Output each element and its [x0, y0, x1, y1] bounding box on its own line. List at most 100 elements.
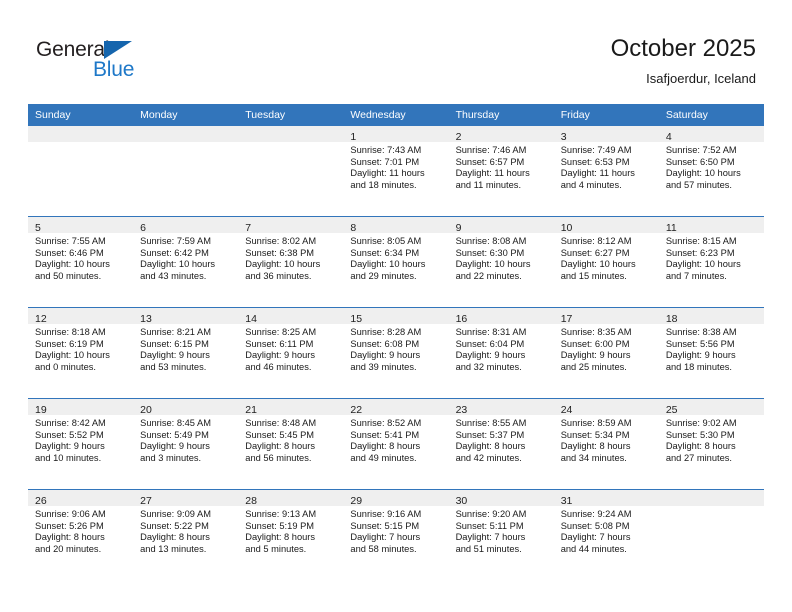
- calendar-day-cell[interactable]: 5 Sunrise: 7:55 AM Sunset: 6:46 PM Daylight…: [28, 216, 134, 308]
- calendar-day-cell[interactable]: 30 Sunrise: 9:20 AM Sunset: 5:11 PM Dayligh…: [448, 489, 554, 580]
- weekday-header-sunday: Sunday: [28, 104, 134, 126]
- calendar-day-cell-empty: [238, 126, 344, 217]
- calendar-day-cell[interactable]: 28 Sunrise: 9:13 AM Sunset: 5:19 PM Dayligh…: [238, 489, 344, 580]
- calendar-day-cell[interactable]: 15 Sunrise: 8:28 AM Sunset: 6:08 PM Dayligh…: [343, 307, 449, 399]
- day-number: 16: [455, 313, 468, 325]
- sunrise-text: Sunrise: 8:25 AM: [245, 327, 317, 337]
- calendar-day-cell[interactable]: 7 Sunrise: 8:02 AM Sunset: 6:38 PM Daylight…: [238, 216, 344, 308]
- sunrise-text: Sunrise: 8:21 AM: [140, 327, 211, 337]
- calendar-day-cell[interactable]: 29 Sunrise: 9:16 AM Sunset: 5:15 PM Dayligh…: [343, 489, 449, 580]
- calendar-day-cell[interactable]: 2 Sunrise: 7:46 AM Sunset: 6:57 PM Daylight…: [448, 126, 554, 217]
- day-details: [133, 142, 238, 145]
- logo-text-blue: Blue: [93, 58, 135, 81]
- daylight-text-line2: and 51 minutes.: [455, 543, 522, 554]
- sunrise-text: Sunrise: 7:46 AM: [455, 145, 527, 155]
- day-number: 26: [35, 495, 47, 507]
- calendar-day-cell[interactable]: 1 Sunrise: 7:43 AM Sunset: 7:01 PM Daylight…: [343, 126, 449, 217]
- day-number: 3: [560, 131, 567, 143]
- calendar-day-cell[interactable]: 8 Sunrise: 8:05 AM Sunset: 6:34 PM Daylight…: [343, 216, 449, 308]
- day-cell-inner: 13 Sunrise: 8:21 AM Sunset: 6:15 PM Dayligh…: [133, 308, 239, 398]
- day-cell-inner: 19 Sunrise: 8:42 AM Sunset: 5:52 PM Dayligh…: [28, 399, 134, 489]
- calendar-day-cell[interactable]: 11 Sunrise: 8:15 AM Sunset: 6:23 PM Dayligh…: [658, 216, 764, 308]
- daylight-text-line2: and 11 minutes.: [455, 179, 522, 190]
- calendar-day-cell[interactable]: 9 Sunrise: 8:08 AM Sunset: 6:30 PM Daylight…: [448, 216, 554, 308]
- day-details: Sunrise: 8:25 AM Sunset: 6:11 PM Daylight:…: [238, 324, 343, 373]
- day-details: Sunrise: 7:49 AM Sunset: 6:53 PM Daylight:…: [554, 142, 659, 191]
- day-number: 21: [245, 404, 257, 416]
- daylight-text-line2: and 58 minutes.: [350, 543, 417, 554]
- calendar-day-cell[interactable]: 19 Sunrise: 8:42 AM Sunset: 5:52 PM Dayligh…: [28, 398, 134, 490]
- calendar-page: General Blue October 2025 Isafjoerdur, I…: [0, 0, 792, 612]
- day-number: 15: [350, 313, 363, 325]
- calendar-day-cell[interactable]: 20 Sunrise: 8:45 AM Sunset: 5:49 PM Dayligh…: [133, 398, 239, 490]
- calendar-day-cell[interactable]: 21 Sunrise: 8:48 AM Sunset: 5:45 PM Dayligh…: [238, 398, 344, 490]
- day-details: Sunrise: 8:52 AM Sunset: 5:41 PM Daylight:…: [343, 415, 448, 464]
- sunrise-text: Sunrise: 7:55 AM: [35, 236, 106, 246]
- sunset-text: Sunset: 5:41 PM: [350, 429, 420, 440]
- sunset-text: Sunset: 7:01 PM: [350, 156, 420, 167]
- sunset-text: Sunset: 5:26 PM: [35, 520, 104, 531]
- day-cell-inner: [133, 126, 239, 216]
- daylight-text-line2: and 32 minutes.: [455, 361, 522, 372]
- day-number-band: 25: [658, 399, 764, 416]
- day-cell-inner: 11 Sunrise: 8:15 AM Sunset: 6:23 PM Dayligh…: [658, 217, 764, 307]
- calendar-day-cell[interactable]: 4 Sunrise: 7:52 AM Sunset: 6:50 PM Daylight…: [658, 126, 764, 217]
- calendar-day-cell[interactable]: 23 Sunrise: 8:55 AM Sunset: 5:37 PM Dayligh…: [448, 398, 554, 490]
- calendar-day-cell[interactable]: 16 Sunrise: 8:31 AM Sunset: 6:04 PM Dayligh…: [448, 307, 554, 399]
- sunrise-text: Sunrise: 8:15 AM: [665, 236, 737, 246]
- sunrise-text: Sunrise: 9:16 AM: [350, 509, 422, 519]
- general-blue-logo[interactable]: General Blue: [36, 38, 236, 86]
- sunset-text: Sunset: 6:42 PM: [140, 247, 209, 258]
- daylight-text-line1: Daylight: 10 hours: [35, 350, 110, 361]
- day-details: Sunrise: 7:59 AM Sunset: 6:42 PM Daylight:…: [133, 233, 238, 282]
- day-cell-inner: 9 Sunrise: 8:08 AM Sunset: 6:30 PM Daylight…: [448, 217, 554, 307]
- day-details: Sunrise: 9:02 AM Sunset: 5:30 PM Daylight:…: [659, 415, 764, 464]
- calendar-day-cell[interactable]: 24 Sunrise: 8:59 AM Sunset: 5:34 PM Dayligh…: [553, 398, 659, 490]
- sunrise-text: Sunrise: 9:06 AM: [35, 509, 106, 519]
- calendar-day-cell[interactable]: 6 Sunrise: 7:59 AM Sunset: 6:42 PM Daylight…: [133, 216, 239, 308]
- daylight-text-line1: Daylight: 7 hours: [455, 532, 526, 543]
- day-details: Sunrise: 8:08 AM Sunset: 6:30 PM Daylight:…: [449, 233, 554, 282]
- day-number-band: 18: [658, 308, 764, 325]
- calendar-day-cell[interactable]: 10 Sunrise: 8:12 AM Sunset: 6:27 PM Dayligh…: [553, 216, 659, 308]
- day-number-band: [133, 126, 239, 142]
- calendar-day-cell-empty: [658, 489, 764, 580]
- daylight-text-line1: Daylight: 9 hours: [140, 350, 210, 361]
- calendar-day-cell[interactable]: 17 Sunrise: 8:35 AM Sunset: 6:00 PM Dayligh…: [553, 307, 659, 399]
- day-details: Sunrise: 9:20 AM Sunset: 5:11 PM Daylight:…: [449, 506, 554, 555]
- calendar-day-cell[interactable]: 13 Sunrise: 8:21 AM Sunset: 6:15 PM Dayligh…: [133, 307, 239, 399]
- day-number-band: 23: [448, 399, 554, 416]
- calendar-week-row: 1 Sunrise: 7:43 AM Sunset: 7:01 PM Daylight…: [28, 126, 764, 217]
- day-details: Sunrise: 8:15 AM Sunset: 6:23 PM Daylight:…: [659, 233, 764, 282]
- sunrise-text: Sunrise: 8:59 AM: [560, 418, 632, 428]
- day-number-band: 7: [238, 217, 344, 234]
- day-cell-inner: 29 Sunrise: 9:16 AM Sunset: 5:15 PM Dayligh…: [343, 490, 449, 580]
- day-cell-inner: [238, 126, 344, 216]
- sunset-text: Sunset: 5:15 PM: [350, 520, 420, 531]
- calendar-day-cell[interactable]: 18 Sunrise: 8:38 AM Sunset: 5:56 PM Dayligh…: [658, 307, 764, 399]
- day-number-band: 12: [28, 308, 134, 325]
- calendar-day-cell[interactable]: 12 Sunrise: 8:18 AM Sunset: 6:19 PM Dayligh…: [28, 307, 134, 399]
- calendar-day-cell[interactable]: 25 Sunrise: 9:02 AM Sunset: 5:30 PM Dayligh…: [658, 398, 764, 490]
- calendar-body: 1 Sunrise: 7:43 AM Sunset: 7:01 PM Daylight…: [28, 126, 764, 580]
- calendar-day-cell[interactable]: 3 Sunrise: 7:49 AM Sunset: 6:53 PM Daylight…: [553, 126, 659, 217]
- sunset-text: Sunset: 5:34 PM: [560, 429, 630, 440]
- day-details: Sunrise: 8:59 AM Sunset: 5:34 PM Daylight:…: [554, 415, 659, 464]
- day-number-band: 24: [553, 399, 659, 416]
- day-number-band: 28: [238, 490, 344, 507]
- sunrise-text: Sunrise: 7:43 AM: [350, 145, 422, 155]
- calendar-day-cell[interactable]: 22 Sunrise: 8:52 AM Sunset: 5:41 PM Dayligh…: [343, 398, 449, 490]
- sunset-text: Sunset: 5:22 PM: [140, 520, 209, 531]
- daylight-text-line1: Daylight: 10 hours: [350, 259, 426, 270]
- day-cell-inner: [658, 490, 764, 580]
- day-cell-inner: 25 Sunrise: 9:02 AM Sunset: 5:30 PM Dayligh…: [658, 399, 764, 489]
- calendar-day-cell[interactable]: 14 Sunrise: 8:25 AM Sunset: 6:11 PM Dayligh…: [238, 307, 344, 399]
- sunrise-text: Sunrise: 8:08 AM: [455, 236, 527, 246]
- day-number: 27: [140, 495, 152, 507]
- daylight-text-line1: Daylight: 9 hours: [245, 350, 316, 361]
- calendar-day-cell[interactable]: 27 Sunrise: 9:09 AM Sunset: 5:22 PM Dayligh…: [133, 489, 239, 580]
- day-number-band: 31: [553, 490, 659, 507]
- calendar-day-cell[interactable]: 26 Sunrise: 9:06 AM Sunset: 5:26 PM Dayligh…: [28, 489, 134, 580]
- calendar-day-cell[interactable]: 31 Sunrise: 9:24 AM Sunset: 5:08 PM Dayligh…: [553, 489, 659, 580]
- daylight-text-line2: and 43 minutes.: [140, 270, 207, 281]
